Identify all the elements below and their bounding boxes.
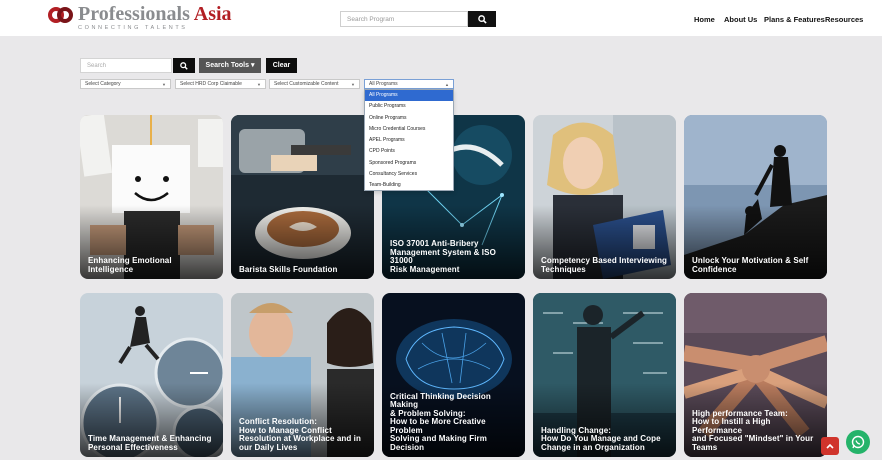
caret-down-icon: ▼ bbox=[162, 82, 166, 87]
program-card-title: Handling Change: How Do You Manage and C… bbox=[541, 425, 661, 452]
nav-plans-features[interactable]: Plans & Features bbox=[764, 15, 825, 24]
nav-about-us[interactable]: About Us bbox=[724, 15, 757, 24]
program-card[interactable]: Critical Thinking Decision Making & Prob… bbox=[382, 293, 525, 457]
brand-name: Professionals bbox=[78, 3, 190, 25]
search-icon bbox=[180, 61, 188, 70]
dropdown-option-public-programs[interactable]: Public Programs bbox=[365, 101, 453, 112]
logo-mark-icon bbox=[48, 5, 74, 27]
program-card-title: Conflict Resolution: How to Manage Confl… bbox=[239, 417, 361, 452]
category-select-value: Select Category bbox=[85, 81, 121, 87]
program-card-title: Critical Thinking Decision Making & Prob… bbox=[390, 391, 491, 452]
dropdown-option-apel[interactable]: APEL Programs bbox=[365, 135, 453, 146]
program-card[interactable]: Unlock Your Motivation & Self Confidence bbox=[684, 115, 827, 279]
scroll-to-top-button[interactable] bbox=[821, 437, 839, 455]
brand-logo[interactable]: Professionals Asia CONNECTING TALENTS bbox=[48, 4, 232, 32]
hrd-claimable-select[interactable]: Select HRD Corp Claimable ▼ bbox=[175, 79, 266, 89]
dropdown-option-sponsored[interactable]: Sponsored Programs bbox=[365, 158, 453, 169]
program-card[interactable]: Barista Skills Foundation bbox=[231, 115, 374, 279]
programs-select-value: All Programs bbox=[369, 81, 398, 87]
program-card-title: ISO 37001 Anti-Bribery Management System… bbox=[390, 239, 496, 274]
nav-home[interactable]: Home bbox=[694, 15, 715, 24]
clear-button[interactable]: Clear bbox=[266, 58, 297, 73]
program-card[interactable]: Time Management & Enhancing Personal Eff… bbox=[80, 293, 223, 457]
dropdown-option-cpd-points[interactable]: CPD Points bbox=[365, 146, 453, 157]
program-card-title: Unlock Your Motivation & Self Confidence bbox=[692, 256, 809, 274]
program-card[interactable]: Conflict Resolution: How to Manage Confl… bbox=[231, 293, 374, 457]
search-icon bbox=[477, 14, 487, 24]
dropdown-option-consultancy[interactable]: Consultancy Services bbox=[365, 169, 453, 180]
program-card[interactable]: Handling Change: How Do You Manage and C… bbox=[533, 293, 676, 457]
brand-tagline: CONNECTING TALENTS bbox=[78, 25, 188, 31]
header-search-button[interactable] bbox=[468, 11, 496, 27]
search-tools-button[interactable]: Search Tools ▾ bbox=[199, 58, 261, 73]
site-header: Professionals Asia CONNECTING TALENTS Se… bbox=[0, 0, 882, 36]
customizable-select-value: Select Customizable Content bbox=[274, 81, 339, 87]
program-card[interactable]: Competency Based Interviewing Techniques bbox=[533, 115, 676, 279]
program-search-button[interactable] bbox=[173, 58, 195, 73]
customizable-content-select[interactable]: Select Customizable Content ▼ bbox=[269, 79, 360, 89]
search-tools-label: Search Tools bbox=[205, 62, 249, 69]
caret-down-icon: ▼ bbox=[351, 82, 355, 87]
programs-select[interactable]: All Programs ▲ bbox=[364, 79, 454, 89]
program-card-title: Time Management & Enhancing Personal Eff… bbox=[88, 434, 212, 452]
program-card-title: Enhancing Emotional Intelligence bbox=[88, 256, 172, 274]
nav-resources[interactable]: Resources bbox=[825, 15, 863, 24]
chevron-up-icon bbox=[826, 443, 834, 449]
caret-down-icon: ▾ bbox=[250, 62, 255, 69]
hrd-claimable-select-value: Select HRD Corp Claimable bbox=[180, 81, 242, 87]
dropdown-option-team-building[interactable]: Team-Building bbox=[365, 180, 453, 191]
program-card-title: Competency Based Interviewing Techniques bbox=[541, 256, 668, 274]
caret-down-icon: ▼ bbox=[257, 82, 261, 87]
chat-icon bbox=[851, 435, 865, 449]
brand-name-accent: Asia bbox=[193, 3, 232, 25]
program-card[interactable]: Enhancing Emotional Intelligence bbox=[80, 115, 223, 279]
dropdown-option-all-programs[interactable]: All Programs bbox=[365, 90, 453, 102]
header-search-input[interactable]: Search Program bbox=[340, 11, 468, 27]
programs-dropdown-list: All Programs Public Programs Online Prog… bbox=[364, 89, 454, 191]
whatsapp-chat-button[interactable] bbox=[846, 430, 870, 454]
caret-down-icon: ▲ bbox=[445, 82, 449, 87]
program-card-title: Barista Skills Foundation bbox=[239, 264, 338, 274]
program-card[interactable]: High performance Team: How to Instill a … bbox=[684, 293, 827, 457]
program-card-title: High performance Team: How to Instill a … bbox=[692, 408, 814, 452]
dropdown-option-online-programs[interactable]: Online Programs bbox=[365, 113, 453, 124]
dropdown-option-micro-credential[interactable]: Micro Credential Courses bbox=[365, 124, 453, 135]
category-select[interactable]: Select Category ▼ bbox=[80, 79, 171, 89]
program-search-input[interactable]: Search bbox=[80, 58, 172, 73]
